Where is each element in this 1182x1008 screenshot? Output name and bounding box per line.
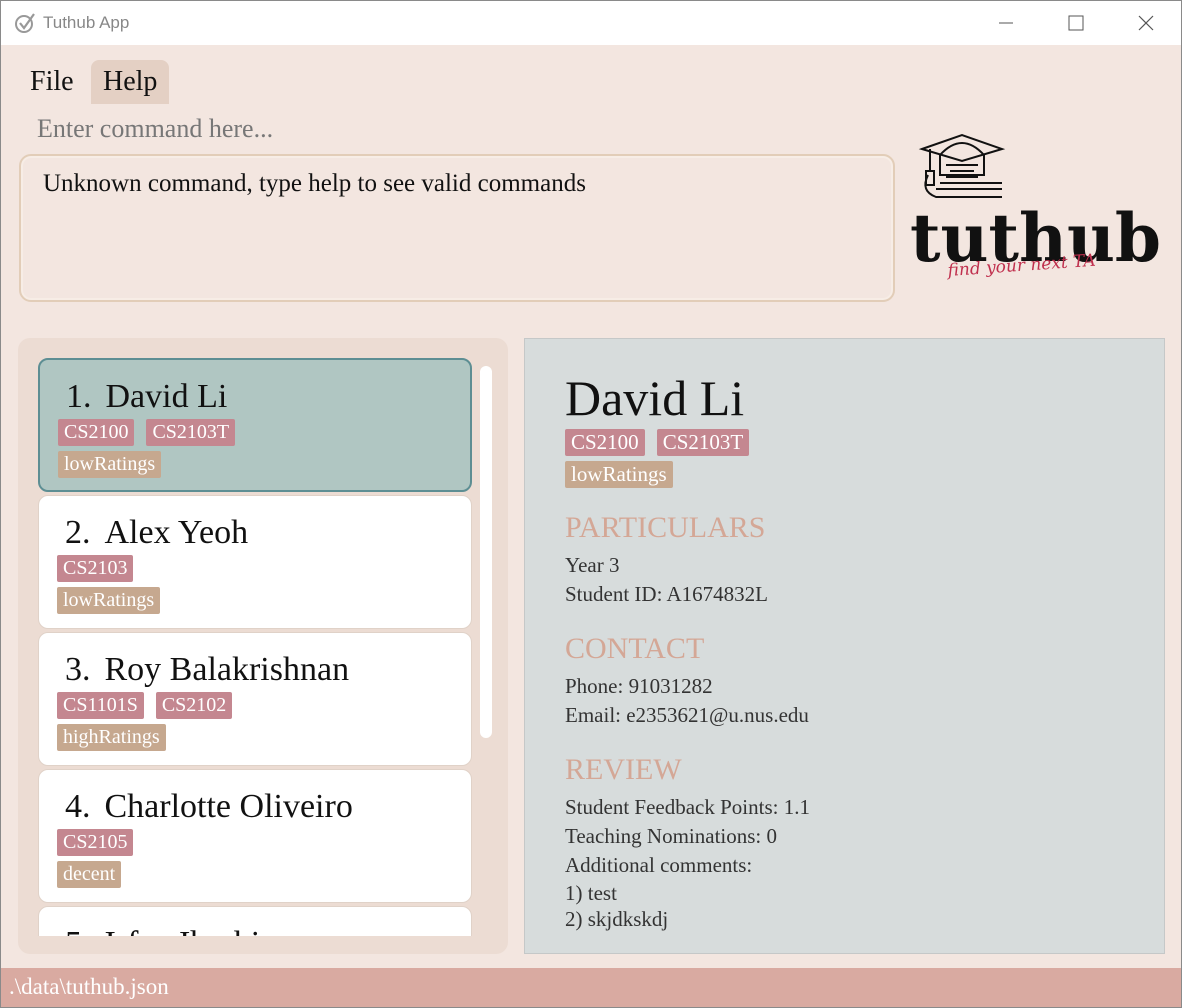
close-button[interactable] — [1111, 1, 1181, 45]
module-tag: CS2103T — [146, 419, 236, 446]
card-module-tags: CS1101S CS2102 — [57, 692, 244, 719]
card-name: 4. Charlotte Oliveiro — [65, 788, 353, 825]
minimize-button[interactable] — [971, 1, 1041, 45]
card-rating-tags: highRatings — [57, 724, 178, 751]
close-icon — [1138, 15, 1154, 31]
card-name: 3. Roy Balakrishnan — [65, 651, 350, 688]
graduation-cap-icon — [918, 133, 1006, 198]
app-window: Tuthub App File Help Unknown command, ty… — [0, 0, 1182, 1008]
status-bar: .\data\tuthub.json — [1, 968, 1181, 1007]
rating-tag: highRatings — [57, 724, 166, 751]
tutor-card-1[interactable]: 1. David Li CS2100 CS2103T lowRatings — [38, 358, 472, 492]
student-id-text: Student ID: A1674832L — [565, 582, 768, 606]
maximize-button[interactable] — [1041, 1, 1111, 45]
result-display[interactable]: Unknown command, type help to see valid … — [19, 154, 895, 302]
tutor-card-2[interactable]: 2. Alex Yeoh CS2103 lowRatings — [38, 495, 472, 629]
window-title: Tuthub App — [43, 13, 130, 32]
menu-bar: File Help — [1, 45, 1181, 107]
year-text: Year 3 — [565, 553, 620, 577]
comment-item: 1) test — [565, 881, 617, 905]
comment-item: 2) skjdkskdj — [565, 907, 669, 931]
particulars-heading: PARTICULARS — [565, 511, 766, 544]
card-name: 1. David Li — [66, 378, 228, 415]
minimize-icon — [999, 22, 1013, 24]
card-module-tags: CS2103 — [57, 555, 145, 582]
card-rating-tags: lowRatings — [58, 451, 173, 478]
phone-text: Phone: 91031282 — [565, 674, 713, 698]
command-input[interactable] — [21, 107, 891, 151]
rating-tag: lowRatings — [565, 461, 673, 488]
tutor-card-3[interactable]: 3. Roy Balakrishnan CS1101S CS2102 highRat… — [38, 632, 472, 766]
module-tag: CS2102 — [155, 692, 233, 719]
app-check-icon — [15, 13, 35, 33]
module-tag: CS2105 — [57, 829, 134, 856]
module-tag: CS2100 — [565, 429, 645, 456]
contact-heading: CONTACT — [565, 632, 705, 665]
card-name: 5.Irfan Ibrahim — [65, 925, 287, 936]
rating-tag: lowRatings — [57, 587, 161, 614]
detail-rating-tags: lowRatings — [565, 461, 685, 488]
tutor-list-panel: 1. David Li CS2100 CS2103T lowRatings 2. Al… — [18, 338, 508, 954]
module-tag: CS2100 — [58, 419, 135, 446]
tutor-card-5[interactable]: 5.Irfan Ibrahim — [38, 906, 472, 936]
tuthub-logo: tuthub. find your next TA — [910, 133, 1162, 281]
module-tag: CS2103T — [656, 429, 750, 456]
tutor-detail-panel: David Li CS2100 CS2103T lowRatings PARTIC… — [524, 338, 1165, 954]
tutor-list[interactable]: 1. David Li CS2100 CS2103T lowRatings 2. Al… — [18, 338, 508, 936]
menu-file[interactable]: File — [18, 60, 86, 104]
card-rating-tags: decent — [57, 861, 133, 888]
email-text: Email: e2353621@u.nus.edu — [565, 703, 809, 727]
rating-tag: lowRatings — [58, 451, 162, 478]
tutor-card-4[interactable]: 4. Charlotte Oliveiro CS2105 decent — [38, 769, 472, 903]
maximize-icon — [1068, 15, 1084, 31]
title-bar[interactable]: Tuthub App — [1, 1, 1181, 45]
result-message: Unknown command, type help to see valid … — [43, 170, 586, 197]
detail-name: David Li — [565, 370, 745, 426]
detail-module-tags: CS2100 CS2103T — [565, 429, 761, 456]
card-rating-tags: lowRatings — [57, 587, 172, 614]
card-module-tags: CS2100 CS2103T — [58, 419, 247, 446]
nominations-text: Teaching Nominations: 0 — [565, 824, 777, 848]
card-module-tags: CS2105 — [57, 829, 145, 856]
data-file-path: .\data\tuthub.json — [9, 974, 169, 999]
comments-label: Additional comments: — [565, 853, 753, 877]
feedback-text: Student Feedback Points: 1.1 — [565, 795, 810, 819]
review-heading: REVIEW — [565, 753, 682, 786]
rating-tag: decent — [57, 861, 122, 888]
module-tag: CS1101S — [57, 692, 144, 719]
card-name: 2. Alex Yeoh — [65, 514, 249, 551]
menu-help[interactable]: Help — [91, 60, 170, 104]
module-tag: CS2103 — [57, 555, 134, 582]
list-scrollbar[interactable] — [480, 366, 492, 738]
